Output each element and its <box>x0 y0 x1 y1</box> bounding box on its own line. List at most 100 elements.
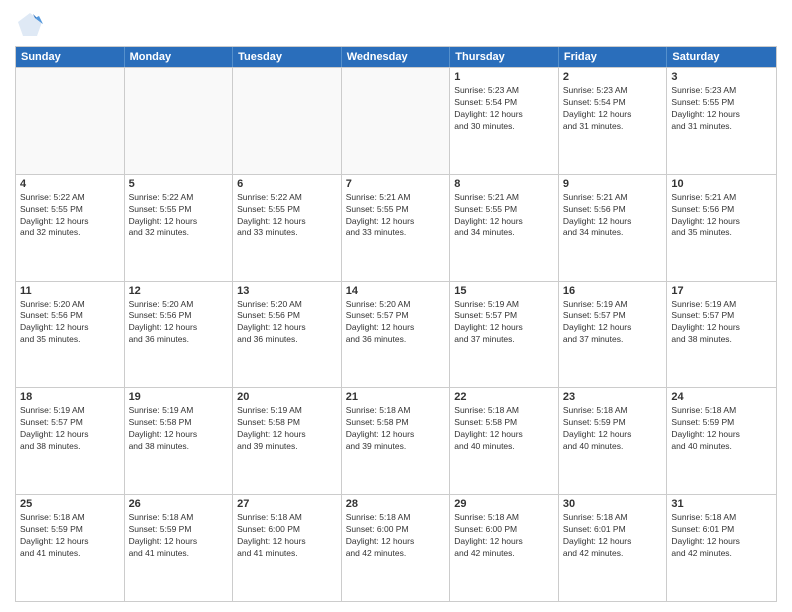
calendar: SundayMondayTuesdayWednesdayThursdayFrid… <box>15 46 777 602</box>
day-number: 27 <box>237 498 337 510</box>
day-info: Sunrise: 5:21 AM Sunset: 5:56 PM Dayligh… <box>671 192 772 240</box>
day-info: Sunrise: 5:19 AM Sunset: 5:58 PM Dayligh… <box>237 405 337 453</box>
empty-cell <box>16 68 125 174</box>
week-row-4: 18Sunrise: 5:19 AM Sunset: 5:57 PM Dayli… <box>16 387 776 494</box>
logo <box>15 10 49 40</box>
week-row-1: 1 Sunrise: 5:23 AM Sunset: 5:54 PM Daylig… <box>16 67 776 174</box>
day-cell-12: 12 Sunrise: 5:20 AM Sunset: 5:56 PM Dayli… <box>125 282 234 388</box>
day-info: Sunrise: 5:18 AM Sunset: 6:00 PM Dayligh… <box>346 512 446 560</box>
day-info: Sunrise: 5:21 AM Sunset: 5:56 PM Dayligh… <box>563 192 663 240</box>
day-number: 29 <box>454 498 554 510</box>
day-cell-7: 7 Sunrise: 5:21 AM Sunset: 5:55 PM Daylig… <box>342 175 451 281</box>
day-info: Sunrise: 5:22 AM Sunset: 5:55 PM Dayligh… <box>20 192 120 240</box>
day-info: Sunrise: 5:21 AM Sunset: 5:55 PM Dayligh… <box>346 192 446 240</box>
day-info: Sunrise: 5:18 AM Sunset: 5:58 PM Dayligh… <box>346 405 446 453</box>
day-cell-10: 10 Sunrise: 5:21 AM Sunset: 5:56 PM Dayli… <box>667 175 776 281</box>
day-number: 12 <box>129 285 229 297</box>
day-cell-17: 17 Sunrise: 5:19 AM Sunset: 5:57 PM Dayli… <box>667 282 776 388</box>
day-number: 23 <box>563 391 663 403</box>
day-cell-26: 26 Sunrise: 5:18 AM Sunset: 5:59 PM Dayli… <box>125 495 234 601</box>
day-cell-3: 3 Sunrise: 5:23 AM Sunset: 5:55 PM Daylig… <box>667 68 776 174</box>
day-info: Sunrise: 5:20 AM Sunset: 5:56 PM Dayligh… <box>129 299 229 347</box>
day-cell-1: 1 Sunrise: 5:23 AM Sunset: 5:54 PM Daylig… <box>450 68 559 174</box>
day-info: Sunrise: 5:18 AM Sunset: 5:59 PM Dayligh… <box>129 512 229 560</box>
day-number: 21 <box>346 391 446 403</box>
day-cell-8: 8 Sunrise: 5:21 AM Sunset: 5:55 PM Daylig… <box>450 175 559 281</box>
day-cell-14: 14 Sunrise: 5:20 AM Sunset: 5:57 PM Dayli… <box>342 282 451 388</box>
empty-cell <box>125 68 234 174</box>
day-number: 9 <box>563 178 663 190</box>
day-number: 13 <box>237 285 337 297</box>
day-cell-25: 25 Sunrise: 5:18 AM Sunset: 5:59 PM Dayli… <box>16 495 125 601</box>
day-number: 3 <box>671 71 772 83</box>
day-cell-23: 23 Sunrise: 5:18 AM Sunset: 5:59 PM Dayli… <box>559 388 668 494</box>
week-row-2: 4 Sunrise: 5:22 AM Sunset: 5:55 PM Daylig… <box>16 174 776 281</box>
day-info: Sunrise: 5:18 AM Sunset: 5:59 PM Dayligh… <box>20 512 120 560</box>
day-number: 6 <box>237 178 337 190</box>
calendar-body: 1 Sunrise: 5:23 AM Sunset: 5:54 PM Daylig… <box>16 67 776 601</box>
day-number: 17 <box>671 285 772 297</box>
day-cell-6: 6Sunrise: 5:22 AM Sunset: 5:55 PM Daylig… <box>233 175 342 281</box>
header <box>15 10 777 40</box>
day-info: Sunrise: 5:18 AM Sunset: 6:01 PM Dayligh… <box>671 512 772 560</box>
day-number: 15 <box>454 285 554 297</box>
day-number: 28 <box>346 498 446 510</box>
day-info: Sunrise: 5:18 AM Sunset: 6:01 PM Dayligh… <box>563 512 663 560</box>
day-info: Sunrise: 5:20 AM Sunset: 5:57 PM Dayligh… <box>346 299 446 347</box>
day-cell-20: 20 Sunrise: 5:19 AM Sunset: 5:58 PM Dayli… <box>233 388 342 494</box>
day-info: Sunrise: 5:21 AM Sunset: 5:55 PM Dayligh… <box>454 192 554 240</box>
header-day-thursday: Thursday <box>450 47 559 67</box>
day-number: 25 <box>20 498 120 510</box>
day-number: 7 <box>346 178 446 190</box>
header-day-monday: Monday <box>125 47 234 67</box>
day-info: Sunrise: 5:19 AM Sunset: 5:57 PM Dayligh… <box>563 299 663 347</box>
logo-icon <box>15 10 45 40</box>
day-cell-29: 29 Sunrise: 5:18 AM Sunset: 6:00 PM Dayli… <box>450 495 559 601</box>
day-cell-11: 11Sunrise: 5:20 AM Sunset: 5:56 PM Dayli… <box>16 282 125 388</box>
day-cell-19: 19Sunrise: 5:19 AM Sunset: 5:58 PM Dayli… <box>125 388 234 494</box>
day-info: Sunrise: 5:23 AM Sunset: 5:54 PM Dayligh… <box>454 85 554 133</box>
day-number: 26 <box>129 498 229 510</box>
header-day-friday: Friday <box>559 47 668 67</box>
day-number: 16 <box>563 285 663 297</box>
day-info: Sunrise: 5:18 AM Sunset: 5:59 PM Dayligh… <box>563 405 663 453</box>
day-cell-31: 31 Sunrise: 5:18 AM Sunset: 6:01 PM Dayli… <box>667 495 776 601</box>
day-number: 19 <box>129 391 229 403</box>
day-cell-30: 30 Sunrise: 5:18 AM Sunset: 6:01 PM Dayli… <box>559 495 668 601</box>
day-number: 20 <box>237 391 337 403</box>
day-cell-18: 18Sunrise: 5:19 AM Sunset: 5:57 PM Dayli… <box>16 388 125 494</box>
day-number: 14 <box>346 285 446 297</box>
day-cell-24: 24 Sunrise: 5:18 AM Sunset: 5:59 PM Dayli… <box>667 388 776 494</box>
day-number: 1 <box>454 71 554 83</box>
header-day-wednesday: Wednesday <box>342 47 451 67</box>
day-number: 31 <box>671 498 772 510</box>
day-cell-2: 2Sunrise: 5:23 AM Sunset: 5:54 PM Daylig… <box>559 68 668 174</box>
day-number: 10 <box>671 178 772 190</box>
day-info: Sunrise: 5:18 AM Sunset: 5:59 PM Dayligh… <box>671 405 772 453</box>
day-cell-21: 21 Sunrise: 5:18 AM Sunset: 5:58 PM Dayli… <box>342 388 451 494</box>
day-cell-22: 22Sunrise: 5:18 AM Sunset: 5:58 PM Dayli… <box>450 388 559 494</box>
week-row-5: 25 Sunrise: 5:18 AM Sunset: 5:59 PM Dayli… <box>16 494 776 601</box>
day-number: 2 <box>563 71 663 83</box>
day-info: Sunrise: 5:23 AM Sunset: 5:55 PM Dayligh… <box>671 85 772 133</box>
day-info: Sunrise: 5:20 AM Sunset: 5:56 PM Dayligh… <box>237 299 337 347</box>
day-info: Sunrise: 5:18 AM Sunset: 5:58 PM Dayligh… <box>454 405 554 453</box>
day-number: 30 <box>563 498 663 510</box>
day-number: 5 <box>129 178 229 190</box>
day-info: Sunrise: 5:19 AM Sunset: 5:57 PM Dayligh… <box>671 299 772 347</box>
header-day-saturday: Saturday <box>667 47 776 67</box>
day-cell-5: 5 Sunrise: 5:22 AM Sunset: 5:55 PM Daylig… <box>125 175 234 281</box>
day-number: 4 <box>20 178 120 190</box>
calendar-header: SundayMondayTuesdayWednesdayThursdayFrid… <box>16 47 776 67</box>
page: SundayMondayTuesdayWednesdayThursdayFrid… <box>0 0 792 612</box>
day-cell-28: 28 Sunrise: 5:18 AM Sunset: 6:00 PM Dayli… <box>342 495 451 601</box>
day-info: Sunrise: 5:22 AM Sunset: 5:55 PM Dayligh… <box>129 192 229 240</box>
day-info: Sunrise: 5:18 AM Sunset: 6:00 PM Dayligh… <box>454 512 554 560</box>
day-cell-15: 15 Sunrise: 5:19 AM Sunset: 5:57 PM Dayli… <box>450 282 559 388</box>
week-row-3: 11 Sunrise: 5:20 AM Sunset: 5:56 PM Dayli… <box>16 281 776 388</box>
day-cell-16: 16 Sunrise: 5:19 AM Sunset: 5:57 PM Dayli… <box>559 282 668 388</box>
day-number: 8 <box>454 178 554 190</box>
day-number: 11 <box>20 285 120 297</box>
day-number: 24 <box>671 391 772 403</box>
day-info: Sunrise: 5:19 AM Sunset: 5:57 PM Dayligh… <box>454 299 554 347</box>
